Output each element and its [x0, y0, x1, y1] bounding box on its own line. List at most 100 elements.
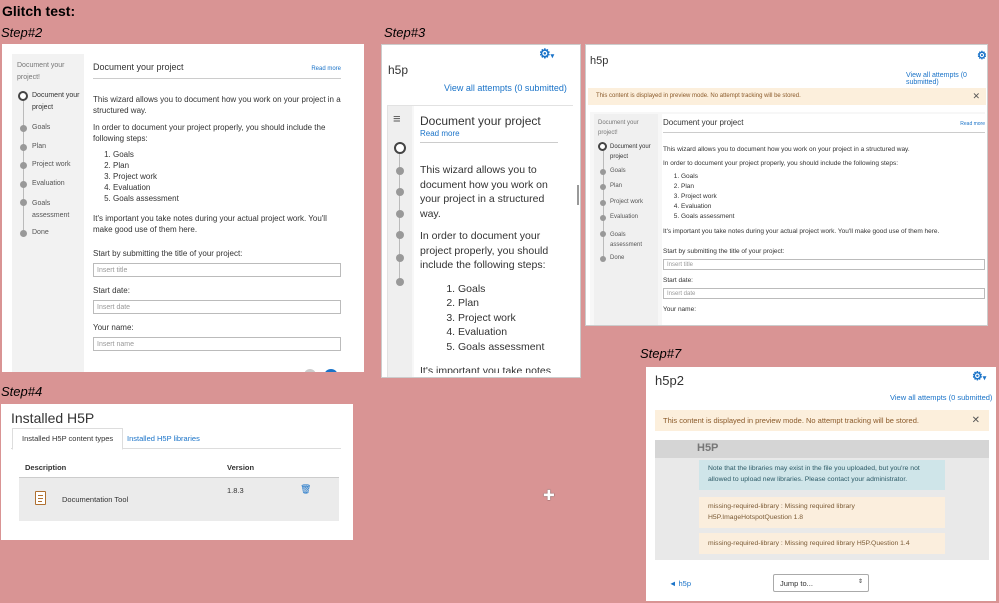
- attempts-link[interactable]: View all attempts (0 submitted): [890, 393, 992, 402]
- sidebar-title: Document your project!: [598, 120, 639, 136]
- step-dot-icon: [600, 200, 606, 206]
- date-input[interactable]: Insert date: [93, 300, 341, 314]
- wizard-content: Document your project Read more This wiz…: [93, 62, 341, 351]
- activity-heading: h5p2: [655, 373, 684, 388]
- wizard-step-evaluation[interactable]: Evaluation: [594, 214, 658, 230]
- step-dot-icon[interactable]: [396, 278, 404, 286]
- field1-label: Start by submitting the title of your pr…: [93, 249, 243, 258]
- steps-list: Goals Plan Project work Evaluation Goals…: [93, 149, 341, 204]
- active-step-icon[interactable]: [394, 142, 406, 154]
- note-text: It's important you take notes during you…: [93, 214, 327, 234]
- trash-icon[interactable]: 🗑: [300, 484, 311, 495]
- lead-text: In order to document your project proper…: [93, 123, 326, 143]
- active-step-icon: [18, 91, 28, 101]
- list-item: Evaluation: [113, 182, 341, 193]
- wizard-step-plan[interactable]: Plan: [594, 183, 658, 199]
- step-dot-icon[interactable]: [396, 188, 404, 196]
- gear-icon[interactable]: ⚙: [977, 49, 987, 62]
- step-label: Done: [610, 255, 625, 261]
- wizard-step-done[interactable]: Done: [12, 229, 84, 245]
- crosshair-cursor-icon: ✚: [543, 487, 555, 503]
- gear-icon[interactable]: ⚙▾: [972, 369, 986, 383]
- table-row: Documentation Tool 1.8.3 🗑: [19, 478, 339, 521]
- wizard-step-project-work[interactable]: Project work: [594, 199, 658, 214]
- field3-label: Your name:: [663, 305, 697, 313]
- list-item: Evaluation: [681, 202, 985, 212]
- list-item: Plan: [458, 296, 560, 311]
- notice-text: This content is displayed in preview mod…: [596, 93, 801, 99]
- name-input[interactable]: Insert name: [93, 337, 341, 351]
- back-link[interactable]: ◄ h5p: [669, 579, 691, 588]
- prev-button[interactable]: [304, 369, 316, 372]
- wizard-step-done[interactable]: Done: [594, 255, 658, 267]
- step-dot-icon: [20, 125, 27, 132]
- wizard-step-goals[interactable]: Goals: [594, 168, 658, 183]
- page-title: Document your project: [663, 118, 744, 127]
- list-item: Plan: [113, 160, 341, 171]
- col-version: Version: [227, 463, 255, 472]
- step-label: Goals assessment: [610, 232, 643, 248]
- read-more-link[interactable]: Read more: [420, 129, 460, 138]
- step-dot-icon[interactable]: [396, 254, 404, 262]
- close-icon[interactable]: ✕: [972, 415, 980, 426]
- wizard-steps: Document your project Goals Plan Project…: [12, 90, 84, 245]
- step-label: Evaluation: [610, 214, 639, 220]
- gear-icon[interactable]: ⚙▾: [539, 46, 554, 62]
- collapsed-sidebar: ≡: [388, 106, 412, 377]
- wizard-steps: Document your project Goals Plan Project…: [594, 142, 658, 267]
- step7-caption: Step#7: [640, 346, 682, 361]
- steps-list: Goals Plan Project work Evaluation Goals…: [663, 172, 985, 221]
- wizard-step-document[interactable]: Document your project: [594, 142, 658, 168]
- sidebar-title: Document your project!: [17, 62, 65, 81]
- wizard-step-plan[interactable]: Plan: [12, 143, 84, 161]
- step3-body: This wizard allows you to document how y…: [420, 163, 560, 373]
- jump-to-select[interactable]: Jump to... ⇕: [773, 574, 869, 592]
- wizard-step-goals[interactable]: Goals: [12, 124, 84, 143]
- h5p-frame: Document your project! Document your pro…: [590, 112, 985, 325]
- wizard-step-project-work[interactable]: Project work: [12, 161, 84, 180]
- read-more-link[interactable]: Read more: [960, 120, 985, 130]
- menu-icon[interactable]: ≡: [393, 112, 401, 125]
- list-item: Evaluation: [458, 325, 560, 340]
- list-item: Project work: [681, 192, 985, 202]
- step-dot-icon: [600, 231, 606, 237]
- step-dot-icon: [20, 144, 27, 151]
- close-icon[interactable]: ✕: [972, 91, 980, 102]
- tab-libraries[interactable]: Installed H5P libraries: [127, 428, 200, 449]
- h5p-logo: H5P: [697, 442, 719, 454]
- step3-caption: Step#3: [384, 25, 426, 40]
- date-input[interactable]: Insert date: [663, 287, 985, 299]
- wizard-step-evaluation[interactable]: Evaluation: [12, 180, 84, 198]
- title-input[interactable]: Insert title: [93, 263, 341, 277]
- resize-handle[interactable]: [577, 185, 579, 205]
- h5p-frame: H5P Note that the libraries may exist in…: [655, 440, 989, 560]
- wizard-step-goals-assessment[interactable]: Goals assessment: [594, 230, 658, 255]
- step-dot-icon[interactable]: [396, 210, 404, 218]
- preview-notice: This content is displayed in preview mod…: [655, 410, 989, 431]
- wizard-step-document[interactable]: Document your project: [12, 90, 84, 124]
- next-button[interactable]: [324, 369, 338, 372]
- attempts-link[interactable]: View all attempts (0 submitted): [906, 72, 987, 86]
- step-dot-icon[interactable]: [396, 167, 404, 175]
- step3-content: Document your project Read more This wiz…: [414, 106, 574, 377]
- preview-notice: This content is displayed in preview mod…: [588, 88, 986, 105]
- list-item: Goals: [681, 172, 985, 182]
- active-step-icon: [598, 142, 607, 151]
- step-label: Document your project: [32, 92, 80, 111]
- intro-text: This wizard allows you to document how y…: [420, 164, 548, 220]
- cut-note-text: It's important you take notes: [420, 365, 551, 373]
- wizard-step-goals-assessment[interactable]: Goals assessment: [12, 198, 84, 229]
- step2-caption: Step#2: [1, 25, 43, 40]
- step-label: Goals: [610, 168, 626, 174]
- steps-list: Goals Plan Project work Evaluation Goals…: [420, 282, 560, 355]
- wizard-content: Document your project Read more This wiz…: [662, 114, 985, 325]
- field1-label: Start by submitting the title of your pr…: [663, 248, 785, 256]
- title-input[interactable]: Insert title: [663, 258, 985, 270]
- step-dot-icon: [600, 169, 606, 175]
- read-more-link[interactable]: Read more: [311, 64, 341, 75]
- attempts-link[interactable]: View all attempts (0 submitted): [444, 83, 567, 93]
- tab-content-types[interactable]: Installed H5P content types: [12, 428, 124, 450]
- lead-text: In order to document your project proper…: [663, 159, 899, 167]
- step-dot-icon[interactable]: [396, 231, 404, 239]
- list-item: Goals assessment: [458, 340, 560, 355]
